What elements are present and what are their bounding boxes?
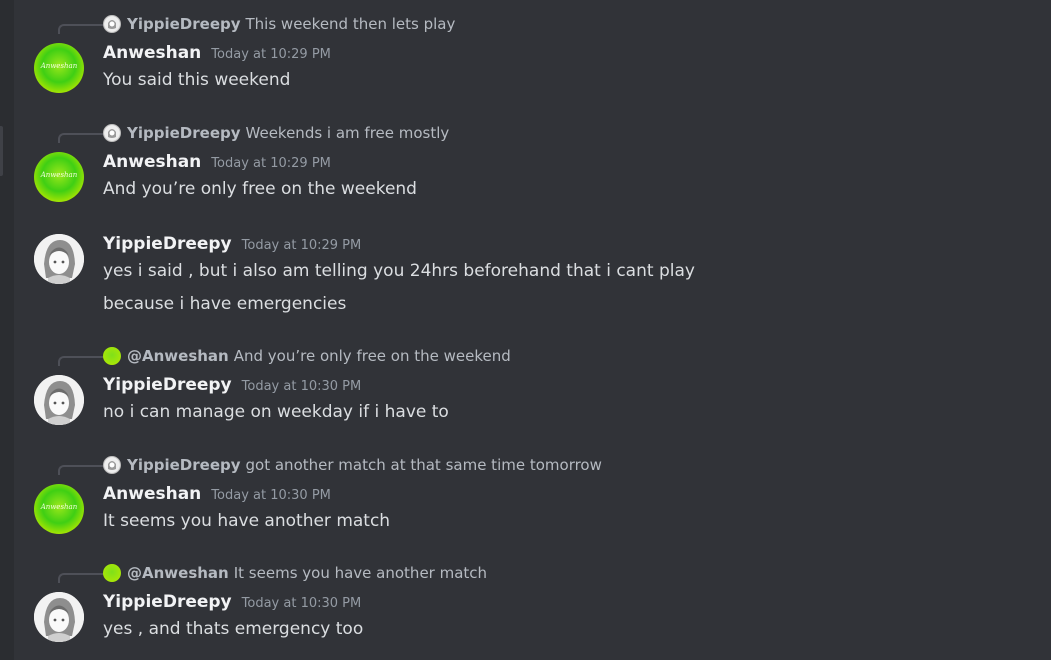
- avatar[interactable]: [34, 375, 84, 425]
- message-author[interactable]: Anweshan: [103, 152, 201, 172]
- reply-avatar: [103, 347, 121, 365]
- reply-preview[interactable]: YippieDreepy Weekends i am free mostly: [103, 123, 449, 143]
- reply-author[interactable]: YippieDreepy: [127, 14, 241, 34]
- message-header: Anweshan Today at 10:29 PM: [103, 43, 331, 63]
- avatar[interactable]: Anweshan: [34, 484, 84, 534]
- avatar[interactable]: [34, 592, 84, 642]
- message-header: YippieDreepy Today at 10:29 PM: [103, 234, 361, 254]
- avatar-signature: Anweshan: [40, 62, 78, 70]
- message-item[interactable]: @Anweshan And you’re only free on the we…: [14, 332, 1051, 442]
- message-timestamp[interactable]: Today at 10:29 PM: [211, 156, 331, 171]
- reply-preview[interactable]: @Anweshan It seems you have another matc…: [103, 563, 487, 583]
- message-content: because i have emergencies: [103, 294, 347, 314]
- message-author[interactable]: YippieDreepy: [103, 234, 232, 254]
- reply-preview[interactable]: @Anweshan And you’re only free on the we…: [103, 346, 511, 366]
- avatar[interactable]: [34, 234, 84, 284]
- reply-connector: [58, 356, 104, 366]
- reply-avatar: [103, 456, 121, 474]
- message-timestamp[interactable]: Today at 10:30 PM: [242, 596, 362, 611]
- message-item[interactable]: YippieDreepy Today at 10:29 PM yes i sai…: [14, 224, 1051, 324]
- reply-preview[interactable]: YippieDreepy This weekend then lets play: [103, 14, 455, 34]
- reply-author[interactable]: @Anweshan: [127, 563, 229, 583]
- message-author[interactable]: Anweshan: [103, 484, 201, 504]
- avatar-signature: Anweshan: [40, 171, 78, 179]
- message-header: Anweshan Today at 10:30 PM: [103, 484, 331, 504]
- avatar-signature: Anweshan: [40, 503, 78, 511]
- message-item[interactable]: YippieDreepy This weekend then lets play…: [14, 0, 1051, 110]
- scrollbar-thumb[interactable]: [0, 126, 3, 176]
- message-content: yes i said , but i also am telling you 2…: [103, 261, 695, 281]
- message-content: It seems you have another match: [103, 511, 391, 531]
- message-header: YippieDreepy Today at 10:30 PM: [103, 592, 361, 612]
- message-timestamp[interactable]: Today at 10:30 PM: [211, 488, 331, 503]
- message-timestamp[interactable]: Today at 10:29 PM: [242, 238, 362, 253]
- avatar[interactable]: Anweshan: [34, 152, 84, 202]
- reply-text[interactable]: And you’re only free on the weekend: [234, 346, 511, 366]
- reply-text[interactable]: It seems you have another match: [234, 563, 487, 583]
- chat-log: YippieDreepy This weekend then lets play…: [14, 0, 1051, 660]
- reply-author[interactable]: YippieDreepy: [127, 123, 241, 143]
- message-item[interactable]: YippieDreepy got another match at that s…: [14, 441, 1051, 551]
- message-author[interactable]: YippieDreepy: [103, 592, 232, 612]
- message-header: YippieDreepy Today at 10:30 PM: [103, 375, 361, 395]
- reply-text[interactable]: got another match at that same time tomo…: [246, 455, 602, 475]
- message-item[interactable]: @Anweshan It seems you have another matc…: [14, 549, 1051, 659]
- reply-author[interactable]: YippieDreepy: [127, 455, 241, 475]
- message-author[interactable]: Anweshan: [103, 43, 201, 63]
- message-author[interactable]: YippieDreepy: [103, 375, 232, 395]
- reply-connector: [58, 465, 104, 475]
- message-item[interactable]: YippieDreepy Weekends i am free mostly A…: [14, 109, 1051, 219]
- message-content: And you’re only free on the weekend: [103, 179, 417, 199]
- reply-connector: [58, 133, 104, 143]
- reply-text[interactable]: This weekend then lets play: [246, 14, 456, 34]
- reply-preview[interactable]: YippieDreepy got another match at that s…: [103, 455, 602, 475]
- message-content: You said this weekend: [103, 70, 291, 90]
- reply-text[interactable]: Weekends i am free mostly: [246, 123, 450, 143]
- avatar[interactable]: Anweshan: [34, 43, 84, 93]
- message-timestamp[interactable]: Today at 10:29 PM: [211, 47, 331, 62]
- reply-connector: [58, 573, 104, 583]
- reply-avatar: [103, 15, 121, 33]
- reply-author[interactable]: @Anweshan: [127, 346, 229, 366]
- message-content: yes , and thats emergency too: [103, 619, 364, 639]
- message-timestamp[interactable]: Today at 10:30 PM: [242, 379, 362, 394]
- message-header: Anweshan Today at 10:29 PM: [103, 152, 331, 172]
- message-content: no i can manage on weekday if i have to: [103, 402, 449, 422]
- scrollbar-track[interactable]: [0, 0, 14, 660]
- reply-connector: [58, 24, 104, 34]
- reply-avatar: [103, 124, 121, 142]
- reply-avatar: [103, 564, 121, 582]
